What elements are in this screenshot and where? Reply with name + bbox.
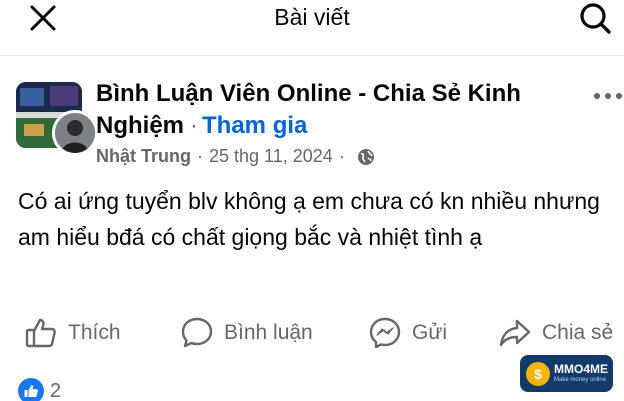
post-actions: Thích Bình luận Gửi Chia sẻ — [0, 312, 624, 354]
comment-icon — [181, 317, 213, 348]
comment-label: Bình luận — [224, 321, 313, 344]
send-label: Gửi — [412, 321, 448, 344]
search-icon[interactable] — [577, 2, 613, 34]
watermark-brand: MMO4ME — [554, 362, 608, 376]
separator-dot: · — [190, 112, 199, 139]
post-avatars[interactable] — [16, 82, 98, 156]
share-button[interactable]: Chia sẻ — [498, 312, 613, 354]
post-body: Có ai ứng tuyển blv không ạ em chưa có k… — [18, 188, 600, 250]
top-bar: Bài viết — [0, 0, 624, 34]
watermark-tagline: Make money online — [554, 377, 607, 383]
meta-separator: · — [197, 146, 203, 166]
group-name[interactable]: Bình Luận Viên Online - Chia Sẻ Kinh Ngh… — [96, 78, 576, 142]
like-reaction-icon — [18, 378, 44, 401]
page-title: Bài viết — [274, 4, 350, 30]
header-divider — [0, 55, 624, 56]
more-options-icon[interactable] — [592, 86, 624, 106]
dollar-coin-icon: $ — [526, 361, 550, 386]
group-name-text[interactable]: Bình Luận Viên Online - Chia Sẻ Kinh Ngh… — [96, 80, 521, 139]
author-name[interactable]: Nhật Trung — [96, 146, 191, 167]
mmo4me-watermark: $ MMO4ME Make money online — [520, 355, 613, 392]
reaction-count: 2 — [50, 379, 62, 401]
reaction-summary[interactable]: 2 — [18, 378, 61, 401]
author-avatar[interactable] — [52, 110, 98, 156]
globe-icon — [357, 148, 374, 165]
share-label: Chia sẻ — [542, 321, 614, 344]
watermark-text: MMO4ME Make money online — [554, 363, 608, 384]
join-group-button[interactable]: Tham gia — [202, 112, 307, 139]
like-label: Thích — [68, 321, 121, 344]
send-button[interactable]: Gửi — [368, 312, 447, 354]
like-button[interactable]: Thích — [24, 312, 121, 354]
thumbs-up-icon — [25, 318, 56, 348]
meta-separator: · — [338, 146, 345, 166]
share-icon — [499, 319, 531, 347]
comment-button[interactable]: Bình luận — [180, 312, 313, 354]
messenger-icon — [369, 317, 401, 349]
post-date[interactable]: 25 thg 11, 2024 — [209, 146, 333, 167]
post-meta: Nhật Trung · 25 thg 11, 2024 · — [96, 146, 375, 167]
